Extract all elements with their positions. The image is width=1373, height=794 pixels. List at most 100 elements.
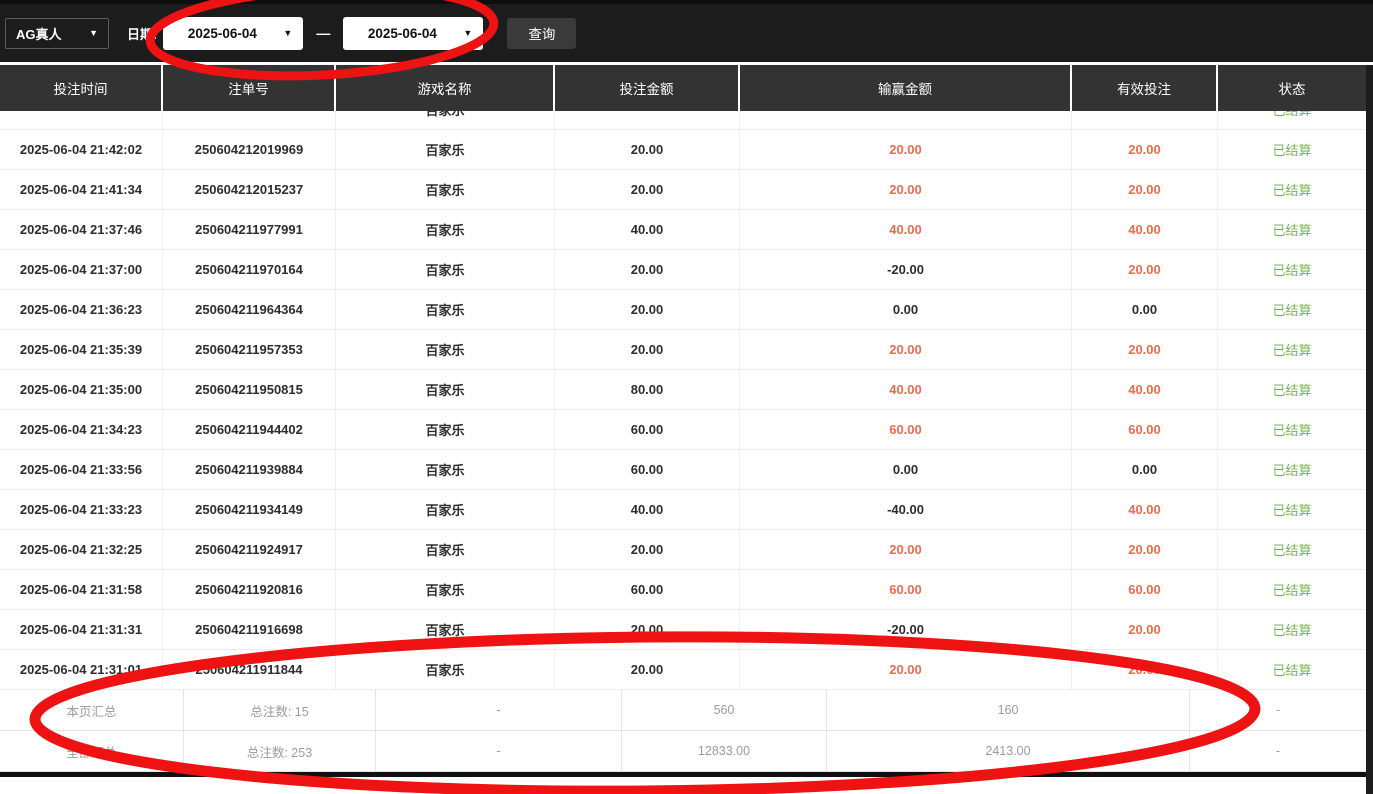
bet-id-cell: 250604211944402 [163,410,336,449]
column-header-status: 状态 [1278,82,1306,97]
total-summary-winloss: 2413.00 [827,731,1190,771]
bet-time-cell: 2025-06-04 21:35:39 [0,330,163,369]
total-summary-row: 全部汇总 总注数: 253 - 12833.00 2413.00 - [0,731,1373,772]
game-name-cell: 百家乐 [336,250,555,289]
winloss-cell: 20.00 [740,530,1072,569]
chevron-down-icon: ▼ [463,28,473,38]
total-summary-label: 全部汇总 [0,731,184,771]
status-cell: 已结算 [1272,303,1312,318]
chevron-down-icon: ▼ [89,28,98,38]
total-summary-dash-2: - [1275,744,1281,758]
bet-time-cell: 2025-06-04 21:31:01 [0,650,163,689]
bet-amount-cell: 20.00 [555,250,740,289]
bet-amount-cell: 20.00 [555,170,740,209]
bet-time-cell: 2025-06-04 21:33:56 [0,450,163,489]
bet-amount-cell: 60.00 [555,570,740,609]
bet-amount-cell: 60.00 [555,450,740,489]
bottom-bar [0,772,1373,777]
game-name-cell: 百家乐 [336,330,555,369]
bet-id-cell: 250604211934149 [163,490,336,529]
game-name-cell: 百家乐 [336,170,555,209]
total-summary-dash: - [376,731,622,771]
bet-id-cell: 250604211964364 [163,290,336,329]
bet-time-cell: 2025-06-04 21:31:31 [0,610,163,649]
game-name-cell: 百家乐 [336,650,555,689]
bet-amount-cell: 80.00 [555,370,740,409]
table-row: 2025-06-04 21:37:00 250604211970164 百家乐 … [0,250,1373,290]
valid-bet-cell: 0.00 [1072,450,1218,489]
page-summary-count: 总注数: 15 [184,690,376,730]
bet-id-cell: 250604211970164 [163,250,336,289]
bet-id-cell: 250604211916698 [163,610,336,649]
table-row: 2025-06-04 21:35:00 250604211950815 百家乐 … [0,370,1373,410]
game-name-cell: 百家乐 [336,610,555,649]
page-summary-winloss: 160 [827,690,1190,730]
valid-bet-cell: 20.00 [1072,610,1218,649]
bet-amount-cell: 40.00 [555,490,740,529]
game-name-cell: 百家乐 [336,450,555,489]
chevron-down-icon: ▼ [283,28,293,38]
winloss-cell: 60.00 [740,570,1072,609]
valid-bet-cell: 40.00 [1072,210,1218,249]
table-row: 2025-06-04 21:36:23 250604211964364 百家乐 … [0,290,1373,330]
query-button[interactable]: 查询 [507,17,577,49]
bet-amount-cell: 20.00 [555,130,740,169]
bet-id-cell: 250604211939884 [163,450,336,489]
partial-status-cell: 已结算 [1218,111,1366,129]
valid-bet-cell: 0.00 [1072,290,1218,329]
page-summary-bet: 560 [622,690,827,730]
valid-bet-cell: 40.00 [1072,490,1218,529]
game-name-cell: 百家乐 [336,370,555,409]
winloss-cell: 20.00 [740,650,1072,689]
valid-bet-cell: 40.00 [1072,370,1218,409]
page-summary-label: 本页汇总 [0,690,184,730]
status-cell: 已结算 [1272,263,1312,278]
date-from-select[interactable]: 2025-06-04 ▼ [163,16,304,50]
status-cell: 已结算 [1272,583,1312,598]
bet-amount-cell: 20.00 [555,530,740,569]
table-row: 2025-06-04 21:33:56 250604211939884 百家乐 … [0,450,1373,490]
status-cell: 已结算 [1272,143,1312,158]
table-row: 2025-06-04 21:35:39 250604211957353 百家乐 … [0,330,1373,370]
bet-time-cell: 2025-06-04 21:37:46 [0,210,163,249]
winloss-cell: 40.00 [740,370,1072,409]
table-row: 2025-06-04 21:34:23 250604211944402 百家乐 … [0,410,1373,450]
table-row: 2025-06-04 21:37:46 250604211977991 百家乐 … [0,210,1373,250]
page-summary-dash-2: - [1275,703,1281,717]
game-name-cell: 百家乐 [336,130,555,169]
status-cell: 已结算 [1272,343,1312,358]
status-cell: 已结算 [1272,463,1312,478]
table-row: 2025-06-04 21:32:25 250604211924917 百家乐 … [0,530,1373,570]
game-name-cell: 百家乐 [336,210,555,249]
winloss-cell: 40.00 [740,210,1072,249]
bet-time-cell: 2025-06-04 21:32:25 [0,530,163,569]
valid-bet-cell: 20.00 [1072,530,1218,569]
bet-id-cell: 250604212015237 [163,170,336,209]
game-name-cell: 百家乐 [336,530,555,569]
game-name-cell: 百家乐 [336,410,555,449]
winloss-cell: 20.00 [740,170,1072,209]
date-range-separator: — [316,25,331,41]
bet-time-cell: 2025-06-04 21:41:34 [0,170,163,209]
valid-bet-cell: 20.00 [1072,330,1218,369]
column-header-bet-time: 投注时间 [0,65,163,111]
date-to-select[interactable]: 2025-06-04 ▼ [343,16,484,50]
status-cell: 已结算 [1272,223,1312,238]
total-summary-bet: 12833.00 [622,731,827,771]
winloss-cell: 60.00 [740,410,1072,449]
bet-id-cell: 250604211950815 [163,370,336,409]
game-name-cell: 百家乐 [336,290,555,329]
valid-bet-cell: 20.00 [1072,130,1218,169]
bet-amount-cell: 20.00 [555,610,740,649]
partial-game-cell: 百家乐 [336,111,555,129]
bet-id-cell: 250604212019969 [163,130,336,169]
partially-hidden-row: 百家乐 已结算 [0,111,1373,130]
game-platform-select[interactable]: AG真人 ▼ [5,17,109,49]
bet-id-cell: 250604211977991 [163,210,336,249]
bet-id-cell: 250604211957353 [163,330,336,369]
topbar: AG真人 ▼ 日期: 2025-06-04 ▼ — 2025-06-04 ▼ 查… [0,0,1373,65]
table-row: 2025-06-04 21:31:31 250604211916698 百家乐 … [0,610,1373,650]
vertical-scrollbar[interactable] [1366,65,1373,794]
bet-amount-cell: 60.00 [555,410,740,449]
status-cell: 已结算 [1272,423,1312,438]
